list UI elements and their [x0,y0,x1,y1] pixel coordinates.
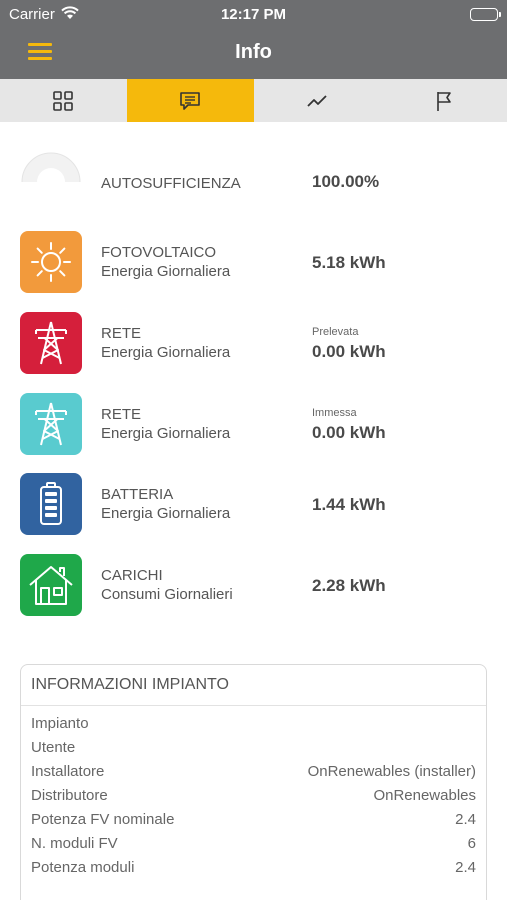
list-item-batteria[interactable]: BATTERIA Energia Giornaliera 1.44 kWh [0,473,507,537]
plant-info-title: INFORMAZIONI IMPIANTO [21,665,486,706]
fotovoltaico-label: FOTOVOLTAICO Energia Giornaliera [101,243,230,281]
rete-immessa-value: 0.00 kWh [312,423,386,442]
batteria-label: BATTERIA Energia Giornaliera [101,485,230,523]
plant-info-list: Impianto Utente Installatore OnRenewable… [21,706,486,880]
info-row-installatore: Installatore OnRenewables (installer) [21,760,486,784]
carichi-subtitle: Consumi Giornalieri [101,586,233,603]
info-row-potenza-fv: Potenza FV nominale 2.4 [21,808,486,832]
info-key: Installatore [31,763,105,780]
list-item-carichi[interactable]: CARICHI Consumi Giornalieri 2.28 kWh [0,554,507,618]
info-row-potenza-moduli: Potenza moduli 2.4 [21,856,486,880]
loads-tile [20,554,82,616]
house-icon [29,566,73,605]
batteria-subtitle: Energia Giornaliera [101,505,231,522]
list-item-autosufficienza: AUTOSUFFICIENZA 100.00% [0,141,507,205]
battery-icon [40,482,62,525]
status-time: 12:17 PM [220,6,287,23]
carichi-value: 2.28 kWh [312,576,386,595]
rete-prelevata-label: RETE Energia Giornaliera [101,324,230,362]
fotovoltaico-value: 5.18 kWh [312,253,386,272]
power-tower-icon [35,402,67,446]
rete-prelevata-value: 0.00 kWh [312,342,386,361]
info-value: 2.4 [455,859,476,876]
autosufficienza-value: 100.00% [312,172,380,191]
info-key: Distributore [31,787,108,804]
info-key: Impianto [31,715,89,732]
sun-icon [31,242,71,282]
list-item-fotovoltaico[interactable]: FOTOVOLTAICO Energia Giornaliera 5.18 kW… [0,231,507,295]
rete-immessa-caption: Immessa [312,407,357,419]
flag-icon [436,91,451,111]
message-icon [180,91,200,110]
info-key: N. moduli FV [31,835,118,852]
autosufficienza-label: AUTOSUFFICIENZA [101,175,241,192]
app-header: Carrier 12:17 PM Info [0,0,507,79]
list-item-rete-prelevata[interactable]: RETE Energia Giornaliera Prelevata 0.00 … [0,312,507,376]
info-row-utente: Utente [21,736,486,760]
info-row-distributore: Distributore OnRenewables [21,784,486,808]
tab-bar [0,79,507,122]
info-key: Potenza moduli [31,859,135,876]
page-title: Info [235,41,272,63]
rete-immessa-title: RETE [101,406,142,423]
grid-import-tile [20,312,82,374]
fotovoltaico-subtitle: Energia Giornaliera [101,263,231,280]
fotovoltaico-title: FOTOVOLTAICO [101,244,217,261]
status-bar: Carrier 12:17 PM [0,0,507,28]
grid-icon [53,90,74,111]
info-row-impianto: Impianto [21,712,486,736]
battery-tile [20,473,82,535]
photovoltaic-tile [20,231,82,293]
info-value: 2.4 [455,811,476,828]
tab-charts[interactable] [254,79,381,122]
carichi-label: CARICHI Consumi Giornalieri [101,566,233,604]
list-item-rete-immessa[interactable]: RETE Energia Giornaliera Immessa 0.00 kW… [0,393,507,457]
power-tower-icon [35,321,67,365]
batteria-value: 1.44 kWh [312,495,386,514]
info-key: Utente [31,739,76,756]
rete-prelevata-subtitle: Energia Giornaliera [101,344,231,361]
self-sufficiency-gauge [21,152,81,183]
status-battery-icon [470,8,501,21]
carichi-title: CARICHI [101,567,163,584]
batteria-title: BATTERIA [101,486,174,503]
rete-immessa-subtitle: Energia Giornaliera [101,425,231,442]
plant-info-card: INFORMAZIONI IMPIANTO Impianto Utente In… [20,664,487,900]
grid-export-tile [20,393,82,455]
rete-immessa-label: RETE Energia Giornaliera [101,405,230,443]
chart-line-icon [307,94,327,107]
info-value: OnRenewables [373,787,476,804]
tab-info[interactable] [126,79,254,122]
rete-prelevata-caption: Prelevata [312,326,359,338]
rete-prelevata-title: RETE [101,325,142,342]
info-value: OnRenewables (installer) [307,763,476,780]
tab-dashboard[interactable] [0,79,127,122]
info-key: Potenza FV nominale [31,811,175,828]
info-value: 6 [467,835,476,852]
tab-alarms[interactable] [380,79,507,122]
info-row-moduli-fv: N. moduli FV 6 [21,832,486,856]
